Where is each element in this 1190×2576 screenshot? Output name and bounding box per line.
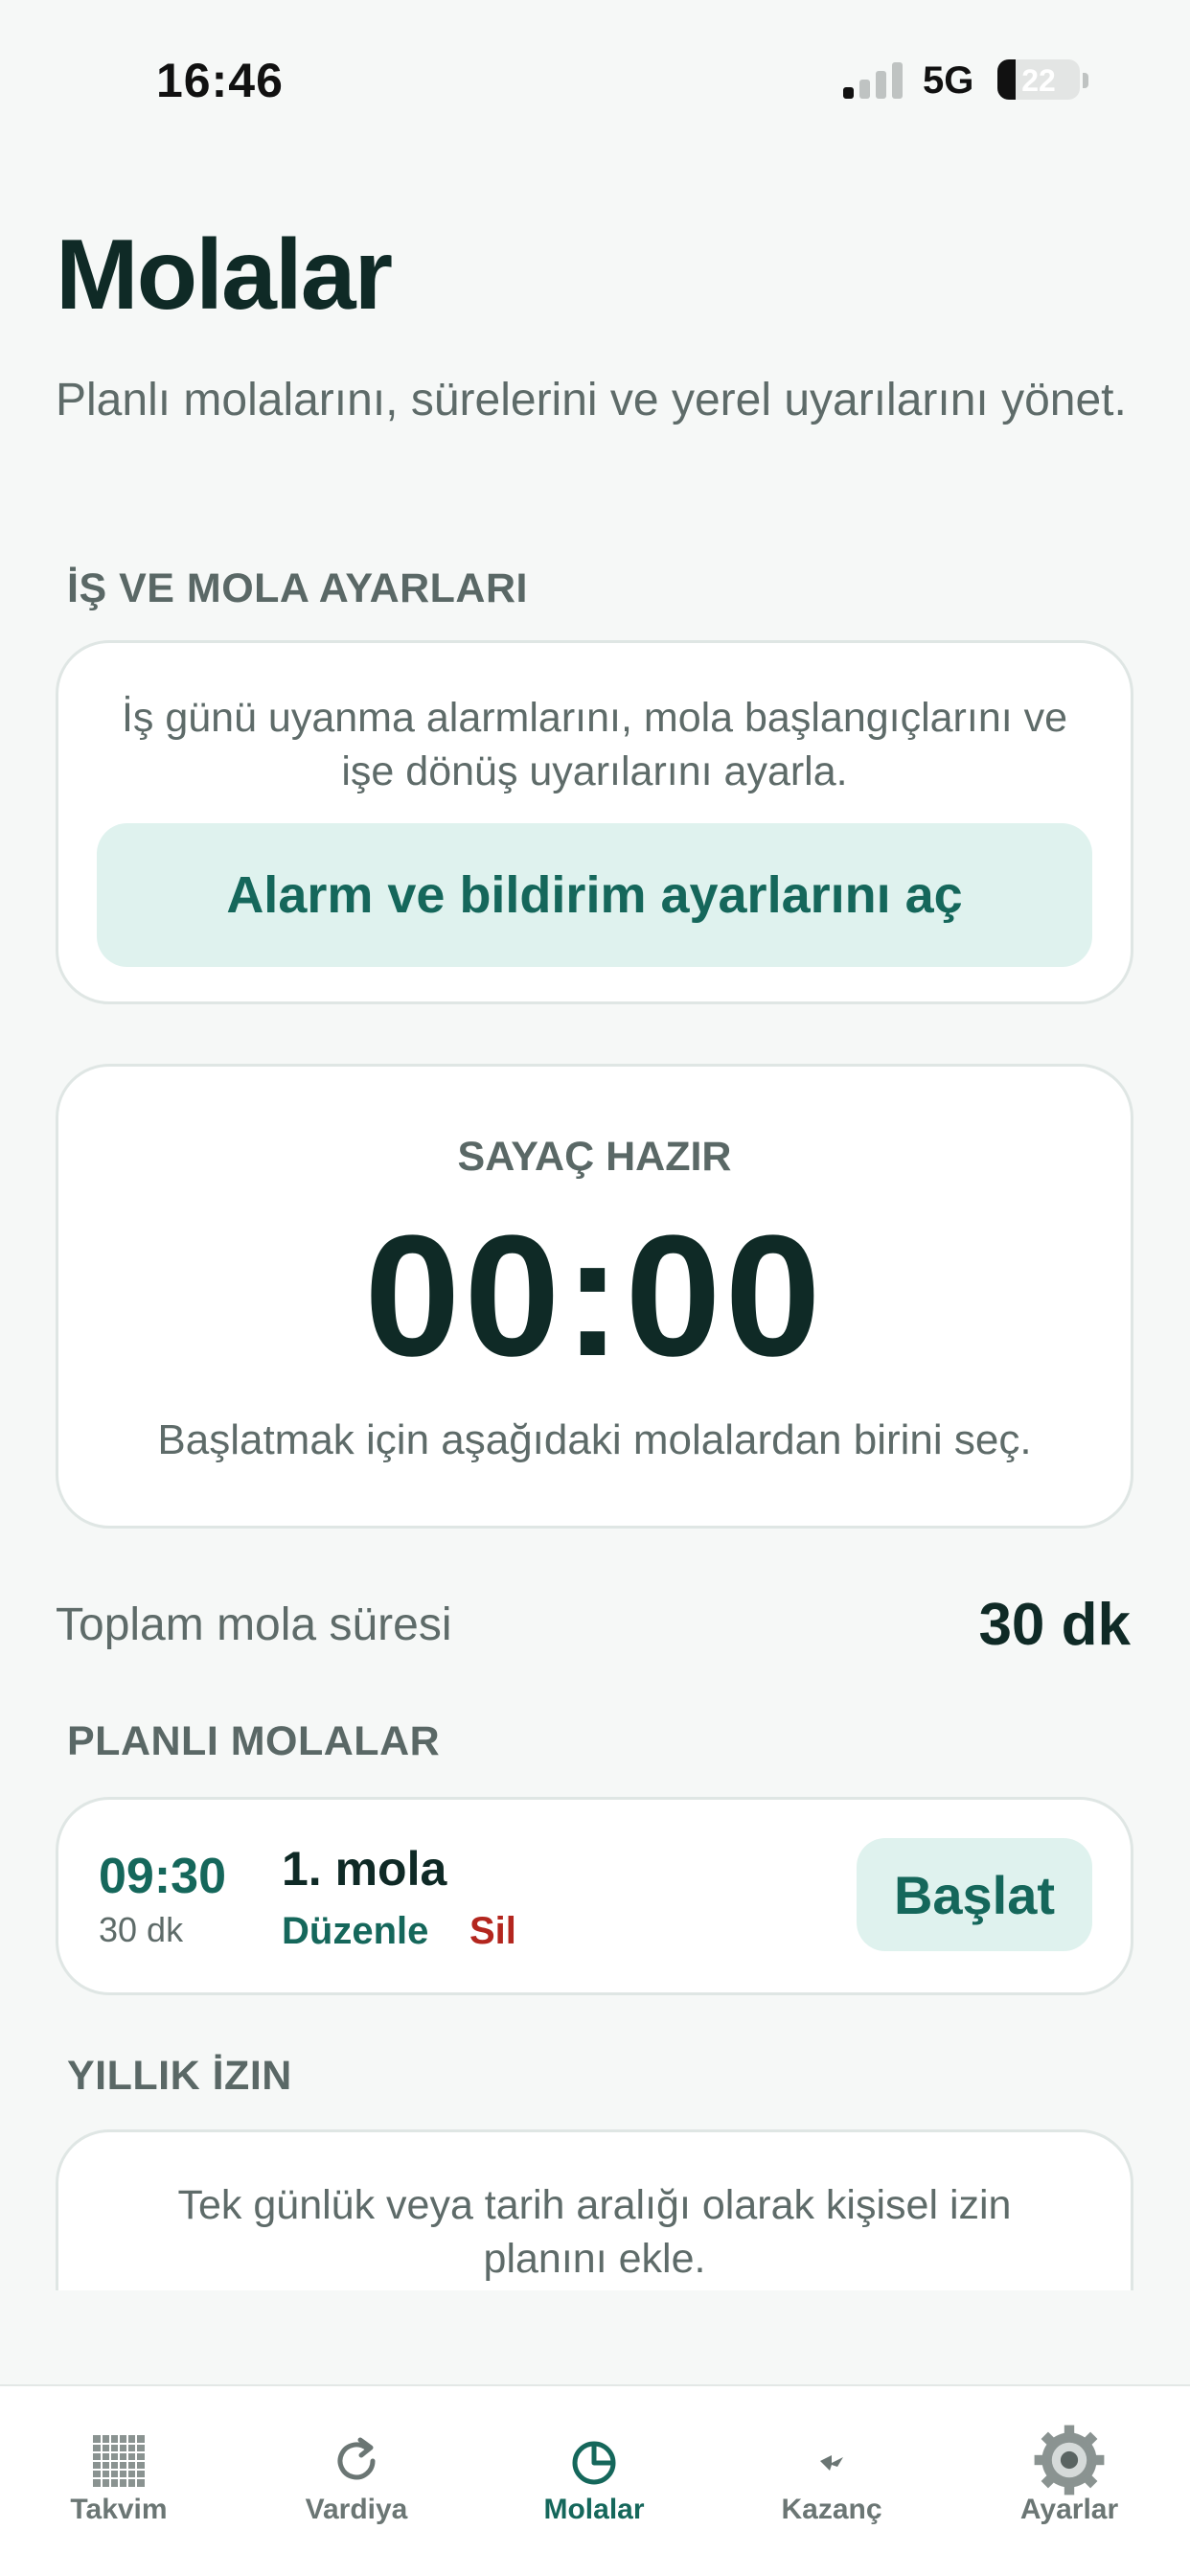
section-label-annual-leave: YILLIK İZIN <box>67 2053 292 2099</box>
delete-break-link[interactable]: Sil <box>469 1910 516 1953</box>
break-name: 1. mola <box>282 1842 447 1896</box>
page-title: Molalar <box>56 219 393 331</box>
refresh-icon <box>337 2437 376 2480</box>
calendar-grid-icon <box>93 2435 145 2487</box>
tab-label-takvim: Takvim <box>70 2494 168 2525</box>
total-break-value: 30 dk <box>978 1592 1131 1658</box>
battery-level: 22 <box>1021 63 1056 98</box>
settings-card: İş günü uyanma alarmlarını, mola başlang… <box>56 640 1133 1004</box>
tab-bar: Takvim Vardiya Molalar Kazanç Ayarlar <box>0 2384 1190 2576</box>
annual-leave-description: Tek günlük veya tarih aralığı olarak kiş… <box>177 2182 1012 2282</box>
tab-ayarlar[interactable]: Ayarlar <box>950 2386 1188 2525</box>
start-break-button[interactable]: Başlat <box>857 1838 1092 1951</box>
break-time: 09:30 <box>99 1849 226 1904</box>
page-subtitle: Planlı molalarını, sürelerini ve yerel u… <box>56 375 1127 426</box>
tab-label-molalar: Molalar <box>543 2494 645 2525</box>
tab-molalar[interactable]: Molalar <box>475 2386 713 2525</box>
timer-value: 00:00 <box>364 1200 825 1392</box>
tab-label-kazanc: Kazanç <box>781 2494 882 2525</box>
tab-kazanc[interactable]: Kazanç <box>713 2386 950 2525</box>
alarm-settings-button[interactable]: Alarm ve bildirim ayarlarını aç <box>97 823 1092 967</box>
break-duration: 30 dk <box>99 1910 184 1949</box>
tab-label-ayarlar: Ayarlar <box>1019 2494 1119 2525</box>
tab-vardiya[interactable]: Vardiya <box>238 2386 475 2525</box>
tab-takvim[interactable]: Takvim <box>0 2386 238 2525</box>
battery-tip <box>1083 73 1088 88</box>
lightning-icon <box>820 2455 843 2471</box>
tab-label-vardiya: Vardiya <box>305 2494 408 2525</box>
battery-icon: 22 <box>997 59 1080 100</box>
edit-break-link[interactable]: Düzenle <box>282 1910 428 1953</box>
network-type: 5G <box>923 59 974 102</box>
settings-description: İş günü uyanma alarmlarını, mola başlang… <box>121 695 1068 794</box>
section-label-planned-breaks: PLANLI MOLALAR <box>67 1718 441 1764</box>
signal-strength-icon <box>843 60 903 99</box>
status-bar: 16:46 5G 22 <box>0 0 1190 163</box>
section-label-settings: İŞ VE MOLA AYARLARI <box>67 565 528 611</box>
status-time: 16:46 <box>156 54 284 107</box>
clock-icon <box>572 2441 616 2485</box>
timer-card: SAYAÇ HAZIR 00:00 Başlatmak için aşağıda… <box>56 1064 1133 1529</box>
scroll-clip-area <box>0 2290 1190 2386</box>
total-break-label: Toplam mola süresi <box>56 1599 452 1650</box>
gear-icon <box>1034 2425 1105 2496</box>
timer-hint: Başlatmak için aşağıdaki molalardan biri… <box>157 1416 1032 1463</box>
break-list-item: 09:30 30 dk 1. mola Düzenle Sil Başlat <box>56 1797 1133 1995</box>
timer-status: SAYAÇ HAZIR <box>457 1134 732 1180</box>
